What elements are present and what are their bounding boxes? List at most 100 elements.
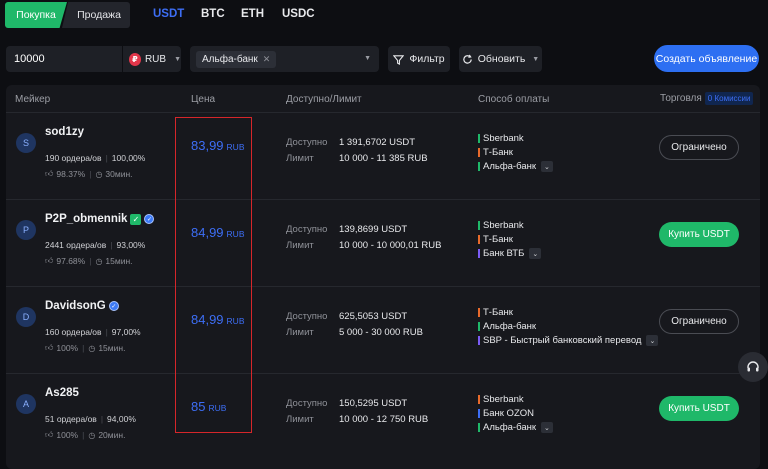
maker-stats: 👍︎ 100% | ◷ 20мин. (45, 430, 126, 440)
bank-chip: Альфа-банк ✕ (196, 50, 277, 68)
maker-orders: 160 ордера/ов | 97,00% (45, 327, 141, 337)
buy-usdt-button[interactable]: Купить USDT (659, 396, 739, 421)
payment-method-name: SBP - Быстрый банковский перевод (483, 335, 642, 346)
refresh-icon (463, 54, 472, 64)
buy-usdt-button[interactable]: Купить USDT (659, 222, 739, 247)
table-row: P P2P_obmennik ✓ ✓ 2441 ордера/ов | 93,00% 👍… (6, 199, 760, 286)
maker-name-label[interactable]: As285 (45, 387, 79, 399)
avatar[interactable]: A (16, 394, 36, 414)
coin-tab-eth[interactable]: ETH (241, 8, 264, 20)
refresh-button[interactable]: Обновить ▼ (459, 46, 542, 72)
available-label: Доступно (286, 398, 328, 409)
close-icon[interactable]: ✕ (263, 54, 271, 65)
coin-tab-btc[interactable]: BTC (201, 8, 225, 20)
orders-count: 51 ордера/ов (45, 414, 97, 424)
sell-tab[interactable]: Продажа (62, 2, 130, 28)
like-rate: 98.37% (56, 169, 86, 179)
payment-method-item: Т-Банк (478, 147, 513, 158)
avg-time: 15мин. (105, 256, 133, 266)
avatar[interactable]: S (16, 133, 36, 153)
payment-method-item: Банк ВТБ ⌄ (478, 248, 542, 259)
buy-tab[interactable]: Покупка (5, 2, 67, 28)
thumbs-up-icon: 👍︎ (45, 256, 54, 265)
payment-method-item: Т-Банк (478, 234, 513, 245)
avatar[interactable]: D (16, 307, 36, 327)
maker-name[interactable]: DavidsonG ✓ (45, 300, 119, 312)
maker-name[interactable]: sod1zy (45, 126, 84, 138)
currency-label: RUB (144, 53, 167, 65)
payment-method-name: Т-Банк (483, 234, 513, 245)
header-price: Цена (191, 94, 216, 105)
maker-name[interactable]: As285 (45, 387, 79, 399)
payment-method-item: Т-Банк (478, 307, 513, 318)
filter-bar: 10000 ₽ RUB ▼ Альфа-банк ✕ ▼ Фильтр Обно… (0, 45, 768, 72)
chevron-down-icon[interactable]: ⌄ (541, 161, 553, 172)
price: 84,99 RUB (191, 312, 245, 327)
chevron-down-icon[interactable]: ⌄ (646, 335, 659, 346)
support-button[interactable] (738, 352, 768, 382)
filter-label: Фильтр (409, 53, 445, 65)
currency-select[interactable]: ₽ RUB ▼ (123, 46, 181, 72)
limit-label: Лимит (286, 327, 314, 338)
payment-method-item: Альфа-банк ⌄ (478, 422, 553, 433)
limited-button[interactable]: Ограничено (659, 309, 739, 334)
amount-input[interactable]: 10000 (6, 46, 122, 72)
table-header: Мейкер Цена Доступно/Лимит Способ оплаты… (6, 85, 760, 112)
price: 84,99 RUB (191, 225, 245, 240)
payment-method-select[interactable]: Альфа-банк ✕ ▼ (190, 46, 379, 72)
payment-method-name: Sberbank (483, 394, 524, 405)
table-row: A As285 51 ордера/ов | 94,00% 👍︎ 100% | ◷ 20м… (6, 373, 760, 460)
available-label: Доступно (286, 224, 328, 235)
maker-name[interactable]: P2P_obmennik ✓ ✓ (45, 213, 155, 225)
header-available-limit: Доступно/Лимит (286, 94, 362, 105)
limit-value: 5 000 - 30 000 RUB (339, 327, 423, 338)
merchant-badge-icon: ✓ (108, 301, 119, 311)
orders-count: 2441 ордера/ов (45, 240, 107, 250)
thumbs-up-icon: 👍︎ (45, 343, 54, 352)
completion-rate: 97,00% (111, 327, 141, 337)
filter-button[interactable]: Фильтр (388, 46, 450, 72)
maker-name-label[interactable]: P2P_obmennik (45, 213, 127, 225)
available-label: Доступно (286, 137, 328, 148)
price-currency: RUB (208, 403, 227, 413)
price-currency: RUB (226, 142, 245, 152)
available-value: 1 391,6702 USDT (339, 137, 416, 148)
payment-method-name: Sberbank (483, 133, 524, 144)
bank-chip-label: Альфа-банк (202, 53, 258, 65)
price: 85 RUB (191, 399, 226, 414)
clock-icon: ◷ (88, 343, 96, 353)
header-trade: Торговля 0 Комиссии (660, 92, 754, 105)
avatar[interactable]: P (16, 220, 36, 240)
like-rate: 97.68% (56, 256, 86, 266)
table-row: S sod1zy 190 ордера/ов | 100,00% 👍︎ 98.37% |… (6, 112, 760, 199)
maker-name-label[interactable]: sod1zy (45, 126, 84, 138)
payment-color-marker (478, 336, 480, 345)
coin-tab-usdt[interactable]: USDT (153, 8, 184, 20)
price-value: 83,99 (191, 138, 224, 153)
avg-time: 15мин. (98, 343, 126, 353)
chevron-down-icon[interactable]: ⌄ (529, 248, 542, 259)
limit-label: Лимит (286, 240, 314, 251)
coin-tab-usdc[interactable]: USDC (282, 8, 315, 20)
payment-color-marker (478, 148, 480, 157)
limited-button[interactable]: Ограничено (659, 135, 739, 160)
create-ad-button[interactable]: Создать объявление (654, 45, 759, 72)
payment-method-name: Альфа-банк (483, 321, 537, 332)
limit-label: Лимит (286, 414, 314, 425)
maker-orders: 2441 ордера/ов | 93,00% (45, 240, 146, 250)
price-value: 84,99 (191, 312, 224, 327)
chevron-down-icon[interactable]: ⌄ (541, 422, 553, 433)
payment-method-item: Sberbank (478, 133, 524, 144)
chevron-down-icon: ▼ (174, 55, 181, 63)
payment-method-item: Sberbank (478, 220, 524, 231)
available-value: 625,5053 USDT (339, 311, 408, 322)
table-row: D DavidsonG ✓ 160 ордера/ов | 97,00% 👍︎ 100%… (6, 286, 760, 373)
clock-icon: ◷ (88, 430, 96, 440)
available-label: Доступно (286, 311, 328, 322)
completion-rate: 93,00% (116, 240, 146, 250)
like-rate: 100% (56, 430, 79, 440)
header-maker: Мейкер (15, 94, 51, 105)
maker-name-label[interactable]: DavidsonG (45, 300, 106, 312)
orders-count: 190 ордера/ов (45, 153, 102, 163)
merchant-badge-icon: ✓ (144, 214, 155, 224)
